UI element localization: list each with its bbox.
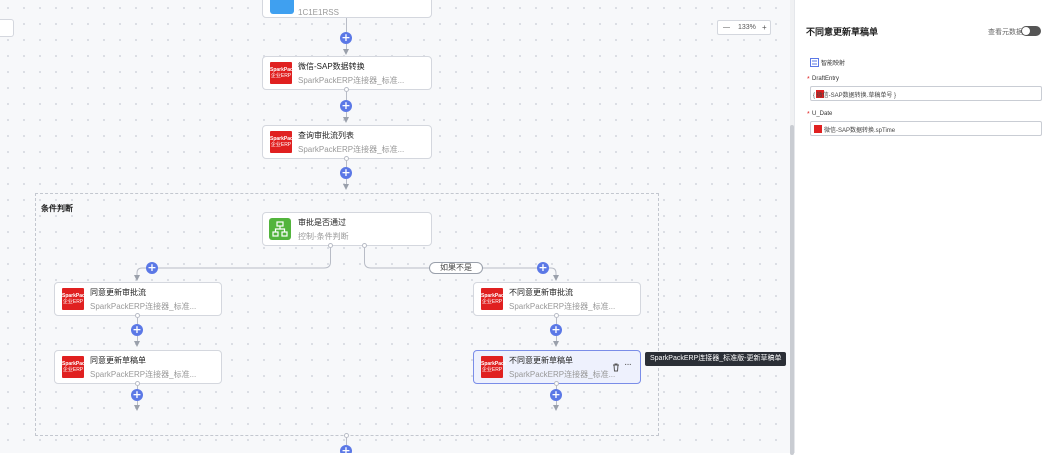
trigger-icon <box>270 0 294 14</box>
node-title: 不同意更新草稿单 <box>509 356 573 365</box>
flow-node-top[interactable]: 1C1E1RSS <box>262 0 432 18</box>
flow-node-query-approval[interactable]: SparkPack 企业ERP 查询审批流列表 SparkPackERP连接器_标… <box>262 125 432 159</box>
add-branch-left-plus-icon[interactable]: + <box>146 262 158 274</box>
draftentry-field[interactable]: { 微信-SAP数据转换.草稿单号 } <box>810 86 1042 101</box>
zoom-control: — 133% + <box>717 20 771 35</box>
add-step-plus-icon[interactable]: + <box>550 389 562 401</box>
sparkpack-logo-icon: SparkPack 企业ERP <box>62 288 88 310</box>
u-date-value: 微信-SAP数据转换.spTime <box>824 128 896 134</box>
node-subtitle: SparkPackERP连接器_标准... <box>298 76 405 85</box>
node-subtitle: 1C1E1RSS <box>298 8 339 17</box>
zoom-level: 133% <box>738 24 756 31</box>
sparkpack-logo-icon: SparkPack 企业ERP <box>270 131 296 153</box>
flow-node-disagree-approval[interactable]: SparkPack 企业ERP 不同意更新审批流 SparkPackERP连接器_… <box>473 282 641 316</box>
node-subtitle: 控制-条件判断 <box>298 232 349 241</box>
condition-group-label: 条件判断 <box>41 204 73 213</box>
add-branch-right-plus-icon[interactable]: + <box>537 262 549 274</box>
node-title: 审批是否通过 <box>298 218 346 227</box>
flow-node-wechat-sap[interactable]: SparkPack 企业ERP 微信-SAP数据转换 SparkPackERP连接… <box>262 56 432 90</box>
node-subtitle: SparkPackERP连接器_标准... <box>509 302 616 311</box>
flow-node-agree-draft[interactable]: SparkPack 企业ERP 同意更新草稿单 SparkPackERP连接器_标… <box>54 350 222 384</box>
add-step-plus-icon[interactable]: + <box>340 445 352 453</box>
view-metadata-label: 查看元数据 <box>988 29 1023 36</box>
zoom-in-button[interactable]: + <box>762 23 767 32</box>
draftentry-value: { 微信-SAP数据转换.草稿单号 } <box>813 93 897 99</box>
node-title: 查询审批流列表 <box>298 131 354 140</box>
field-label-u-date: U_Date <box>812 111 833 117</box>
flow-node-disagree-draft[interactable]: SparkPack 企业ERP 不同意更新草稿单 SparkPackERP连接器_… <box>473 350 641 384</box>
smart-map-button[interactable]: 智能映射 <box>821 58 845 67</box>
field-label-draftentry: DraftEntry <box>812 76 840 82</box>
add-step-plus-icon[interactable]: + <box>340 167 352 179</box>
node-subtitle: SparkPackERP连接器_标准... <box>298 145 405 154</box>
node-subtitle: SparkPackERP连接器_标准... <box>509 370 616 379</box>
sparkpack-logo-icon: SparkPack 企业ERP <box>481 356 507 378</box>
sparkpack-chip-icon <box>814 125 822 133</box>
toggle-icon[interactable] <box>1021 26 1041 36</box>
node-subtitle: SparkPackERP连接器_标准... <box>90 302 197 311</box>
add-step-plus-icon[interactable]: + <box>131 389 143 401</box>
node-title: 不同意更新审批流 <box>509 288 573 297</box>
add-step-plus-icon[interactable]: + <box>550 324 562 336</box>
u-date-field[interactable]: 微信-SAP数据转换.spTime <box>810 121 1042 136</box>
else-branch-label[interactable]: 如果不是 <box>429 262 483 274</box>
trash-icon[interactable] <box>611 362 621 372</box>
add-step-plus-icon[interactable]: + <box>340 32 352 44</box>
smart-map-icon <box>810 58 819 67</box>
node-tooltip: SparkPackERP连接器_标准版-更新草稿单 <box>645 352 787 366</box>
node-title: 同意更新审批流 <box>90 288 146 297</box>
add-step-plus-icon[interactable]: + <box>131 324 143 336</box>
add-step-plus-icon[interactable]: + <box>340 100 352 112</box>
node-title: 微信-SAP数据转换 <box>298 62 365 71</box>
sparkpack-logo-icon: SparkPack 企业ERP <box>270 62 296 84</box>
flow-node-agree-approval[interactable]: SparkPack 企业ERP 同意更新审批流 SparkPackERP连接器_标… <box>54 282 222 316</box>
left-panel-toggle[interactable] <box>0 19 14 37</box>
properties-panel <box>794 0 1058 453</box>
sparkpack-logo-icon: SparkPack 企业ERP <box>481 288 507 310</box>
sparkpack-logo-icon: SparkPack 企业ERP <box>62 356 88 378</box>
flow-node-condition[interactable]: 审批是否通过 控制-条件判断 <box>262 212 432 246</box>
node-title: 同意更新草稿单 <box>90 356 146 365</box>
node-subtitle: SparkPackERP连接器_标准... <box>90 370 197 379</box>
flow-canvas[interactable]: — 133% + 1C1E1RSS + SparkPack 企业ERP 微信-SA… <box>0 0 790 453</box>
edit-icon[interactable] <box>868 26 878 36</box>
branch-icon <box>269 218 291 240</box>
more-icon[interactable]: ··· <box>624 359 632 370</box>
zoom-out-button[interactable]: — <box>723 24 730 31</box>
